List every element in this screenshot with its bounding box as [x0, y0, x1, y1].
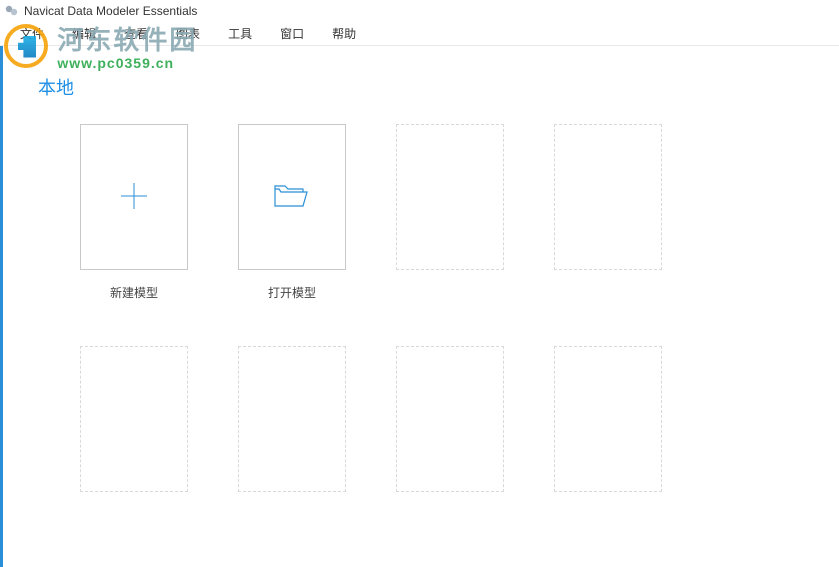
menu-edit[interactable]: 编辑	[58, 22, 110, 45]
menu-view[interactable]: 查看	[110, 22, 162, 45]
tile-new-model[interactable]: 新建模型	[80, 124, 188, 300]
plus-icon	[117, 179, 151, 216]
tile-placeholder	[396, 346, 504, 522]
menu-window[interactable]: 窗口	[266, 22, 318, 45]
tile-box	[554, 124, 662, 270]
menu-tools[interactable]: 工具	[214, 22, 266, 45]
tiles-grid: 新建模型 打开模型	[36, 124, 803, 522]
tile-box	[238, 346, 346, 492]
tile-placeholder	[554, 124, 662, 300]
tile-open-model[interactable]: 打开模型	[238, 124, 346, 300]
tile-box	[396, 346, 504, 492]
folder-icon	[273, 181, 311, 214]
menu-file[interactable]: 文件	[6, 22, 58, 45]
tile-placeholder	[396, 124, 504, 300]
menubar: 文件 编辑 查看 图表 工具 窗口 帮助	[0, 22, 839, 46]
tile-box	[80, 124, 188, 270]
tile-box	[554, 346, 662, 492]
tile-box	[396, 124, 504, 270]
tile-placeholder	[238, 346, 346, 522]
tile-label: 打开模型	[268, 284, 316, 300]
menu-chart[interactable]: 图表	[162, 22, 214, 45]
left-accent-bar	[0, 46, 3, 567]
content-area: 本地 新建模型	[0, 46, 839, 522]
tile-placeholder	[80, 346, 188, 522]
titlebar: Navicat Data Modeler Essentials	[0, 0, 839, 22]
tile-label: 新建模型	[110, 284, 158, 300]
tile-box	[80, 346, 188, 492]
tile-box	[238, 124, 346, 270]
tile-placeholder	[554, 346, 662, 522]
menu-help[interactable]: 帮助	[318, 22, 370, 45]
section-title: 本地	[38, 74, 803, 100]
app-icon	[4, 3, 20, 19]
titlebar-title: Navicat Data Modeler Essentials	[24, 4, 197, 18]
